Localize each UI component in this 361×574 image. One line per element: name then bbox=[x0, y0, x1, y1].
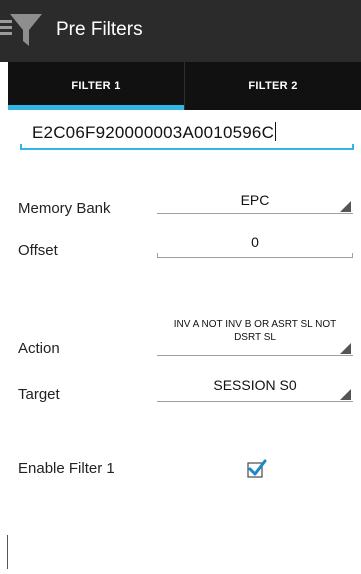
scroll-edge-indicator bbox=[7, 535, 8, 569]
page-title: Pre Filters bbox=[56, 19, 143, 40]
memory-bank-value: EPC bbox=[240, 192, 270, 208]
text-cursor bbox=[275, 122, 277, 141]
enable-filter-label: Enable Filter 1 bbox=[18, 460, 115, 477]
action-spinner[interactable]: INV A NOT INV B OR ASRT SL NOT DSRT SL bbox=[157, 318, 353, 356]
tab-filter-1[interactable]: FILTER 1 bbox=[8, 62, 184, 110]
offset-value: 0 bbox=[251, 234, 259, 250]
dropdown-arrow-icon bbox=[340, 201, 351, 212]
enable-filter-checkbox[interactable] bbox=[247, 458, 267, 478]
memory-bank-spinner[interactable]: EPC bbox=[157, 186, 353, 214]
tab-filter-2[interactable]: FILTER 2 bbox=[184, 62, 361, 110]
tag-id-value: E2C06F920000003A0010596C bbox=[32, 122, 277, 142]
filter-funnel-icon bbox=[10, 14, 42, 46]
target-label: Target bbox=[18, 386, 60, 403]
dropdown-arrow-icon bbox=[340, 343, 351, 354]
tag-id-input[interactable]: E2C06F920000003A0010596C bbox=[20, 118, 354, 150]
filter-tabs: FILTER 1 FILTER 2 bbox=[8, 62, 361, 110]
dropdown-arrow-icon bbox=[340, 389, 351, 400]
action-label: Action bbox=[18, 340, 60, 357]
target-value: SESSION S0 bbox=[213, 377, 297, 393]
target-spinner[interactable]: SESSION S0 bbox=[157, 372, 353, 402]
offset-label: Offset bbox=[18, 242, 58, 259]
offset-input[interactable]: 0 bbox=[157, 228, 353, 258]
action-value: INV A NOT INV B OR ASRT SL NOT DSRT SL bbox=[173, 319, 337, 343]
memory-bank-label: Memory Bank bbox=[18, 200, 111, 217]
app-bar: Pre Filters bbox=[0, 0, 361, 62]
